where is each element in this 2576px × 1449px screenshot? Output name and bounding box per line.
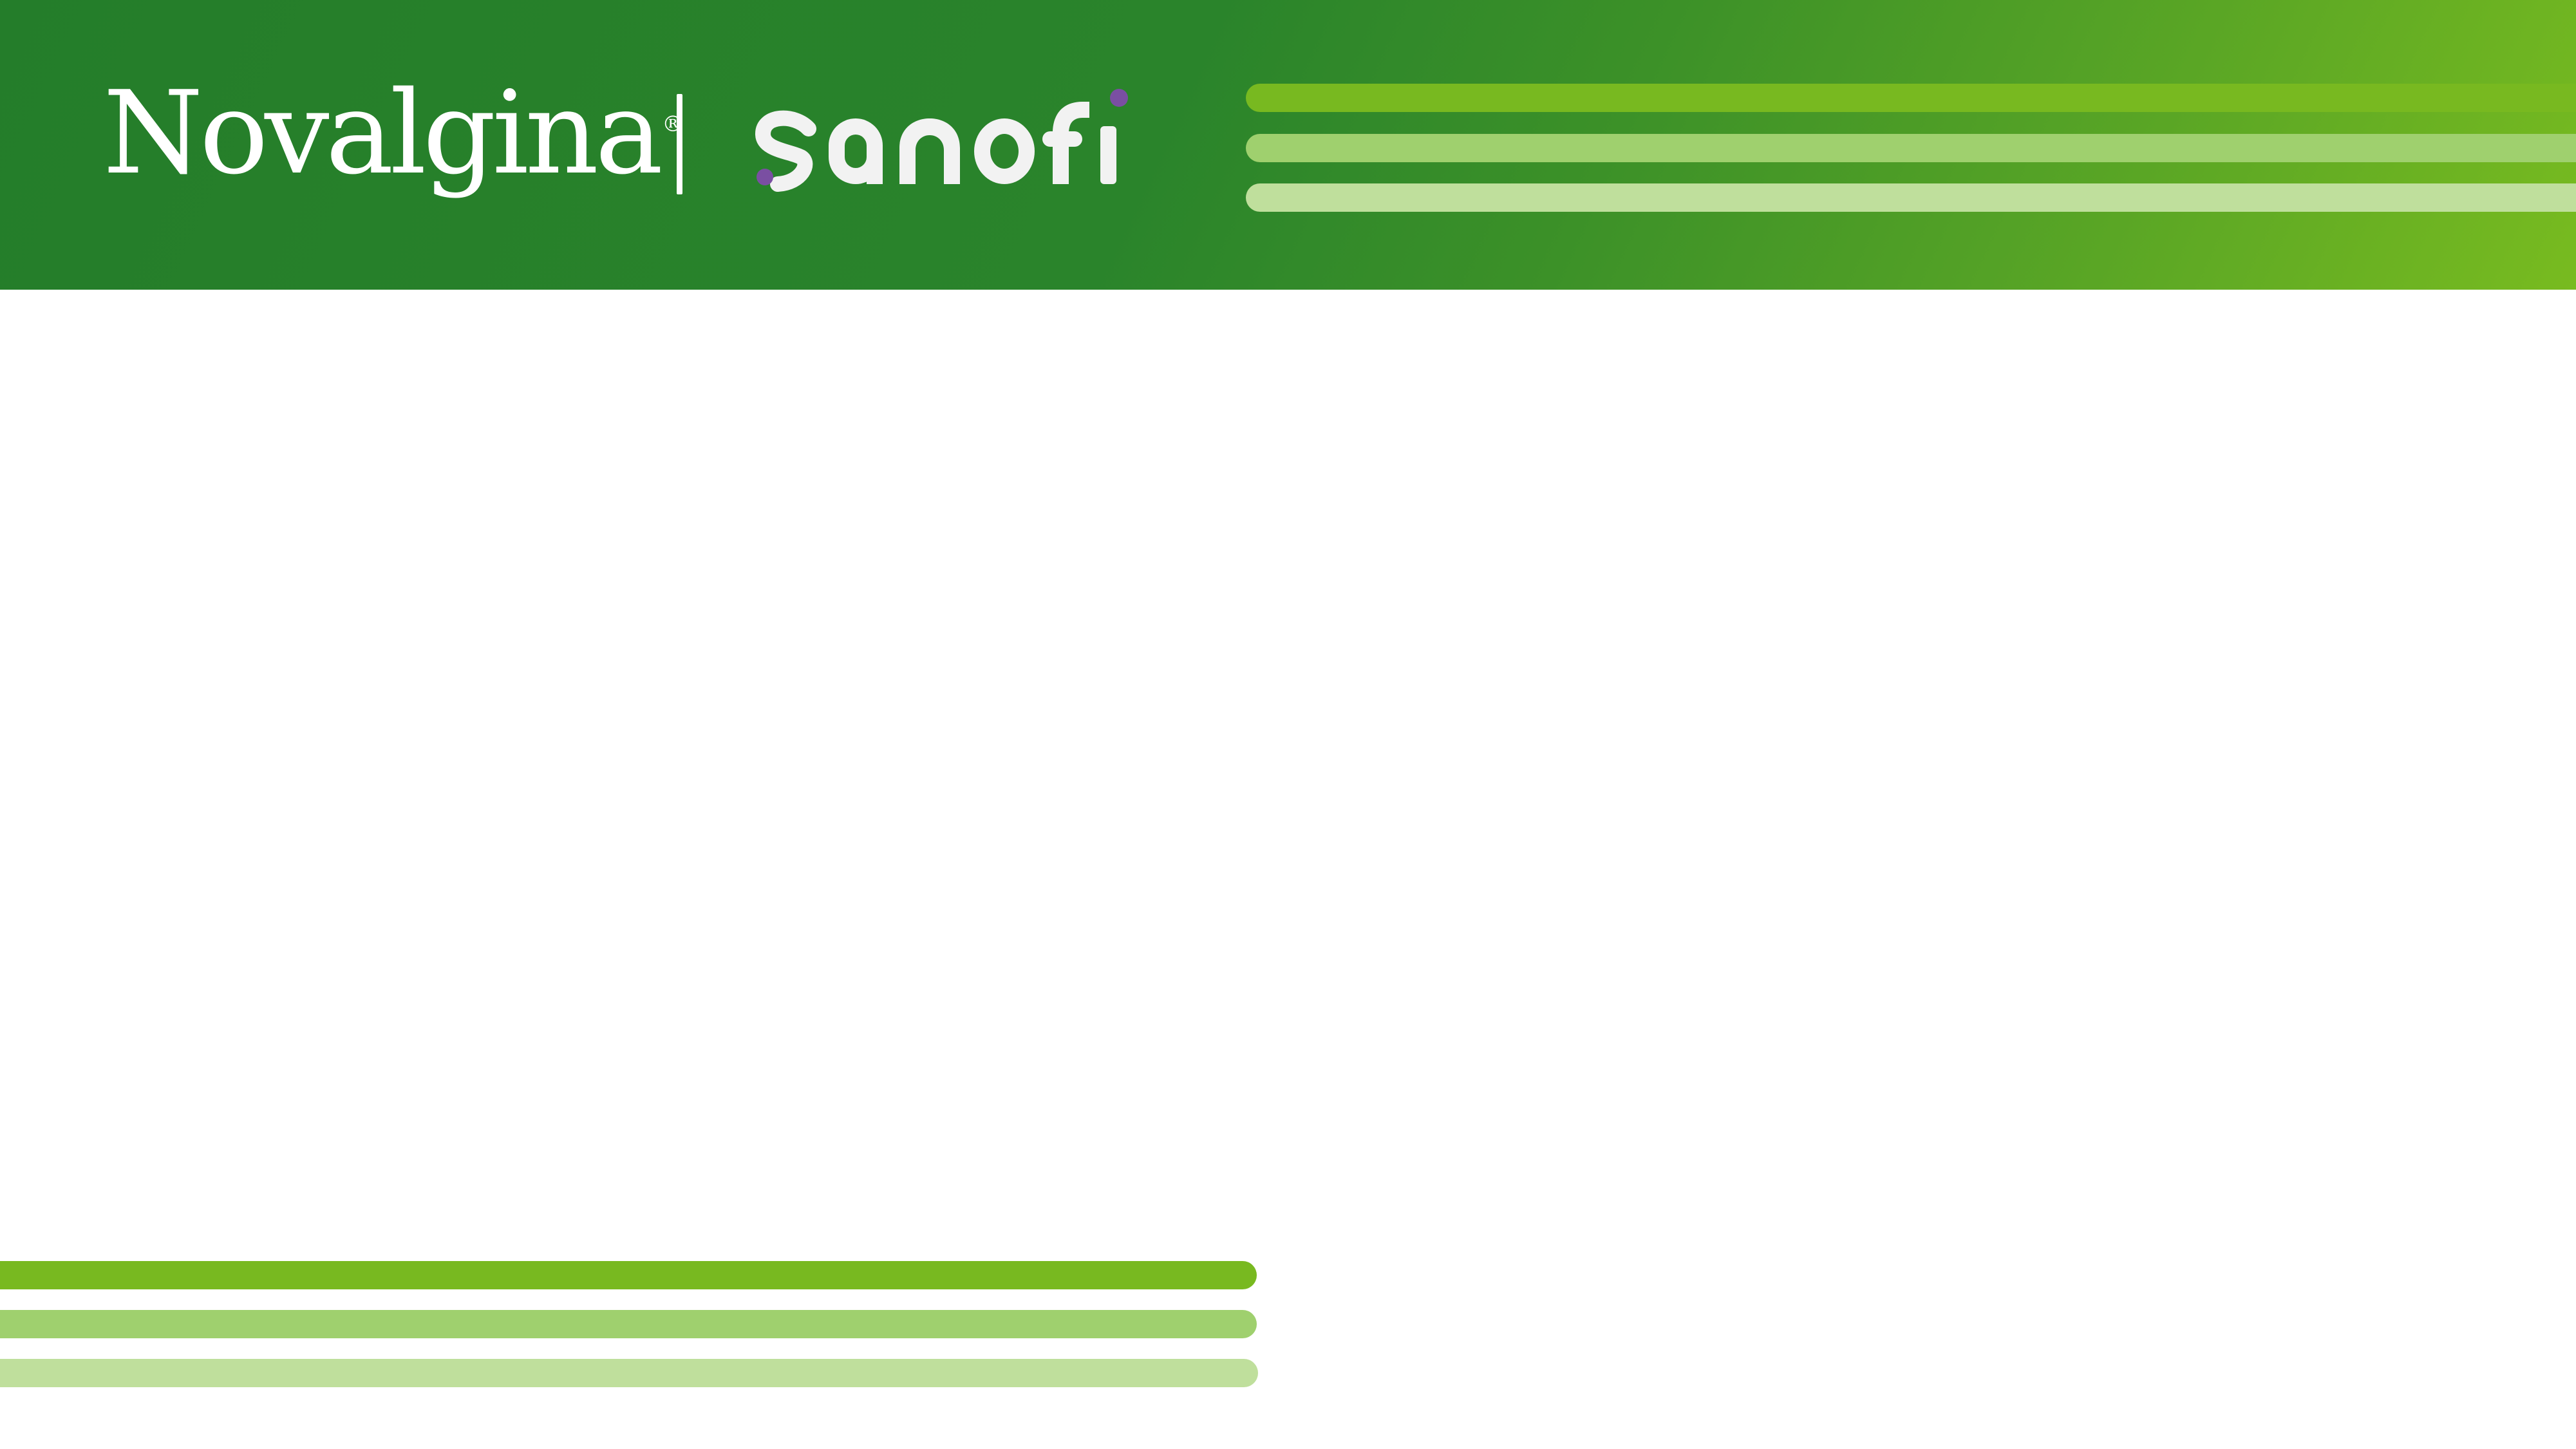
header-stripe-1 <box>1246 84 2576 112</box>
header-stripe-2 <box>1246 134 2576 162</box>
header-stripe-3 <box>1246 183 2576 212</box>
sanofi-logo: sanofi <box>755 85 1128 192</box>
logo-divider <box>677 94 682 194</box>
brand-header: Novalgina ® sanofi <box>0 0 2576 290</box>
slide-template: Novalgina ® sanofi <box>0 0 2576 1449</box>
sanofi-purple-dot-right <box>1110 89 1128 107</box>
footer-stripe-2 <box>0 1310 1257 1338</box>
novalgina-wordmark: Novalgina <box>103 66 663 200</box>
footer-stripe-3 <box>0 1359 1258 1387</box>
footer-stripe-1 <box>0 1261 1257 1289</box>
sanofi-purple-dot-left <box>757 169 773 185</box>
svg-text:sanofi: sanofi <box>755 85 780 88</box>
novalgina-logo: Novalgina ® <box>103 76 684 205</box>
